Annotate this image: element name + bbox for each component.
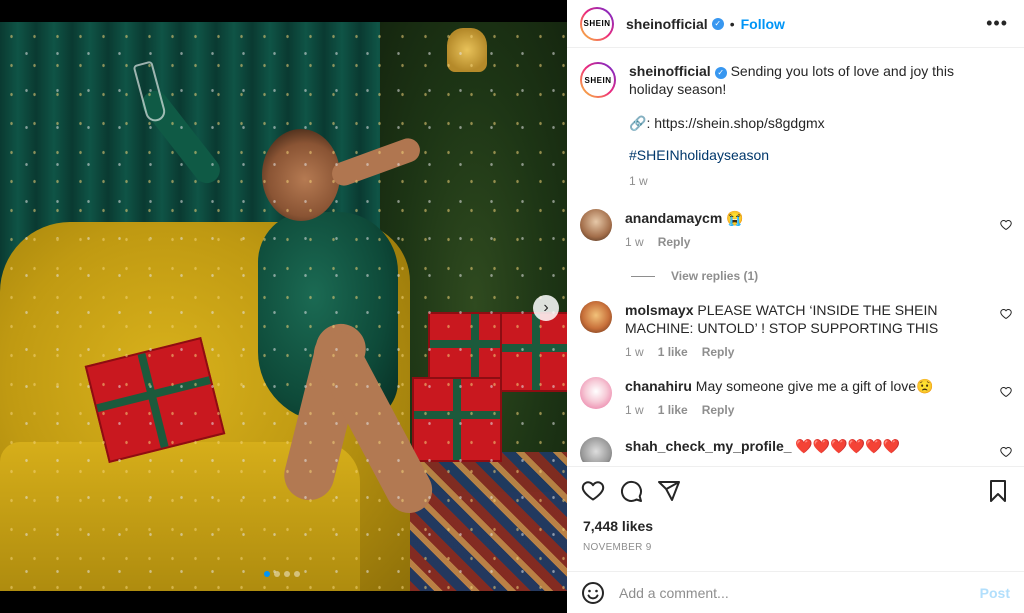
comment-composer: Post [567, 571, 1024, 613]
emoji-icon[interactable] [581, 581, 605, 605]
dot-separator: • [729, 15, 735, 32]
carousel-dot[interactable] [274, 571, 280, 577]
comment-input[interactable] [619, 585, 980, 601]
more-options-icon[interactable]: ••• [986, 13, 1008, 34]
caption-link[interactable]: : https://shein.shop/s8gdgmx [646, 115, 824, 131]
comment-body: shah_check_my_profile_ ❤️❤️❤️❤️❤️❤️ [625, 437, 985, 462]
caption-time: 1 w [629, 174, 648, 188]
commenter-avatar[interactable] [580, 437, 612, 462]
view-replies-line [631, 275, 655, 277]
post-comment-button[interactable]: Post [980, 585, 1010, 601]
carousel-dots [264, 571, 300, 577]
comment-time: 1 w [625, 403, 644, 417]
heart-icon[interactable] [581, 479, 605, 503]
verified-badge-icon: ✓ [711, 17, 724, 30]
comment-text: May someone give me a gift of love😟 [695, 378, 934, 394]
caption-row: SHEIN sheinofficial ✓ Sending you lots of… [580, 62, 989, 190]
action-icons [581, 479, 681, 503]
post-header: SHEIN sheinofficial ✓ • Follow ••• [567, 0, 1024, 48]
next-slide-button[interactable]: › [533, 295, 559, 321]
chevron-right-icon: › [543, 299, 549, 316]
comment-likes[interactable]: 1 like [658, 403, 688, 417]
caption-author-avatar[interactable]: SHEIN [580, 62, 616, 98]
like-count[interactable]: 7,448 likes [583, 518, 653, 534]
caption-username[interactable]: sheinofficial [629, 63, 711, 79]
view-replies-button[interactable]: View replies (1) [631, 269, 758, 283]
comment-icon[interactable] [619, 479, 643, 503]
comments-scroll-area[interactable]: SHEIN sheinofficial ✓ Sending you lots of… [567, 49, 1024, 462]
commenter-username[interactable]: chanahiru [625, 378, 692, 394]
carousel-dot[interactable] [294, 571, 300, 577]
hashtag-link[interactable]: #SHEINholidayseason [629, 147, 769, 163]
bookmark-icon[interactable] [986, 479, 1010, 503]
comment-time: 1 w [625, 235, 644, 249]
comment-like-heart-icon[interactable] [1000, 308, 1012, 320]
commenter-username[interactable]: molsmayx [625, 302, 693, 318]
post-actions: 7,448 likes NOVEMBER 9 Post [567, 466, 1024, 613]
caption-link-line: 🔗: https://shein.shop/s8gdgmx [629, 114, 989, 132]
comment-body: chanahiru May someone give me a gift of … [625, 377, 985, 419]
comment-likes[interactable]: 1 like [658, 345, 688, 359]
comment-text: 😭 [726, 210, 744, 226]
comment-time: 1 w [625, 345, 644, 359]
verified-badge-icon: ✓ [714, 67, 727, 79]
comment-item: shah_check_my_profile_ ❤️❤️❤️❤️❤️❤️ [580, 437, 985, 462]
link-icon: 🔗 [629, 115, 647, 131]
shein-logo: SHEIN [582, 64, 614, 96]
carousel-dot[interactable] [264, 571, 270, 577]
comment-body: molsmayx PLEASE WATCH ‘INSIDE THE SHEIN … [625, 301, 985, 361]
author-username[interactable]: sheinofficial [626, 16, 708, 32]
reply-button[interactable]: Reply [702, 345, 735, 359]
header-user: sheinofficial ✓ • Follow [626, 16, 785, 32]
carousel-dot[interactable] [284, 571, 290, 577]
reply-button[interactable]: Reply [702, 403, 735, 417]
post-details-panel: SHEIN sheinofficial ✓ • Follow ••• SHEIN… [567, 0, 1024, 613]
commenter-avatar[interactable] [580, 301, 612, 333]
follow-button[interactable]: Follow [741, 16, 785, 32]
commenter-avatar[interactable] [580, 209, 612, 241]
confetti [0, 22, 567, 591]
commenter-avatar[interactable] [580, 377, 612, 409]
comment-like-heart-icon[interactable] [1000, 386, 1012, 398]
share-icon[interactable] [657, 479, 681, 503]
comment-meta: 1 w 1 like Reply [625, 343, 985, 361]
comment-item: molsmayx PLEASE WATCH ‘INSIDE THE SHEIN … [580, 301, 985, 361]
instagram-post-modal: › SHEIN sheinofficial ✓ • Follow ••• SHE… [0, 0, 1024, 613]
comment-meta: 1 w 1 like Reply [625, 401, 985, 419]
comment-text: ❤️❤️❤️❤️❤️❤️ [795, 438, 901, 454]
comment-meta: 1 w Reply [625, 233, 985, 251]
view-replies-label: View replies (1) [671, 269, 759, 283]
commenter-username[interactable]: shah_check_my_profile_ [625, 438, 792, 454]
comment-body: anandamaycm 😭 1 w Reply [625, 209, 985, 251]
comment-item: chanahiru May someone give me a gift of … [580, 377, 985, 419]
comment-item: anandamaycm 😭 1 w Reply [580, 209, 985, 251]
reply-button[interactable]: Reply [658, 235, 691, 249]
post-photo [0, 22, 567, 591]
post-media: › [0, 0, 567, 613]
caption: sheinofficial ✓ Sending you lots of love … [629, 62, 989, 190]
shein-logo: SHEIN [582, 8, 612, 39]
comment-like-heart-icon[interactable] [1000, 446, 1012, 458]
author-avatar[interactable]: SHEIN [580, 6, 614, 41]
post-date: NOVEMBER 9 [583, 542, 652, 553]
commenter-username[interactable]: anandamaycm [625, 210, 722, 226]
comment-like-heart-icon[interactable] [1000, 219, 1012, 231]
